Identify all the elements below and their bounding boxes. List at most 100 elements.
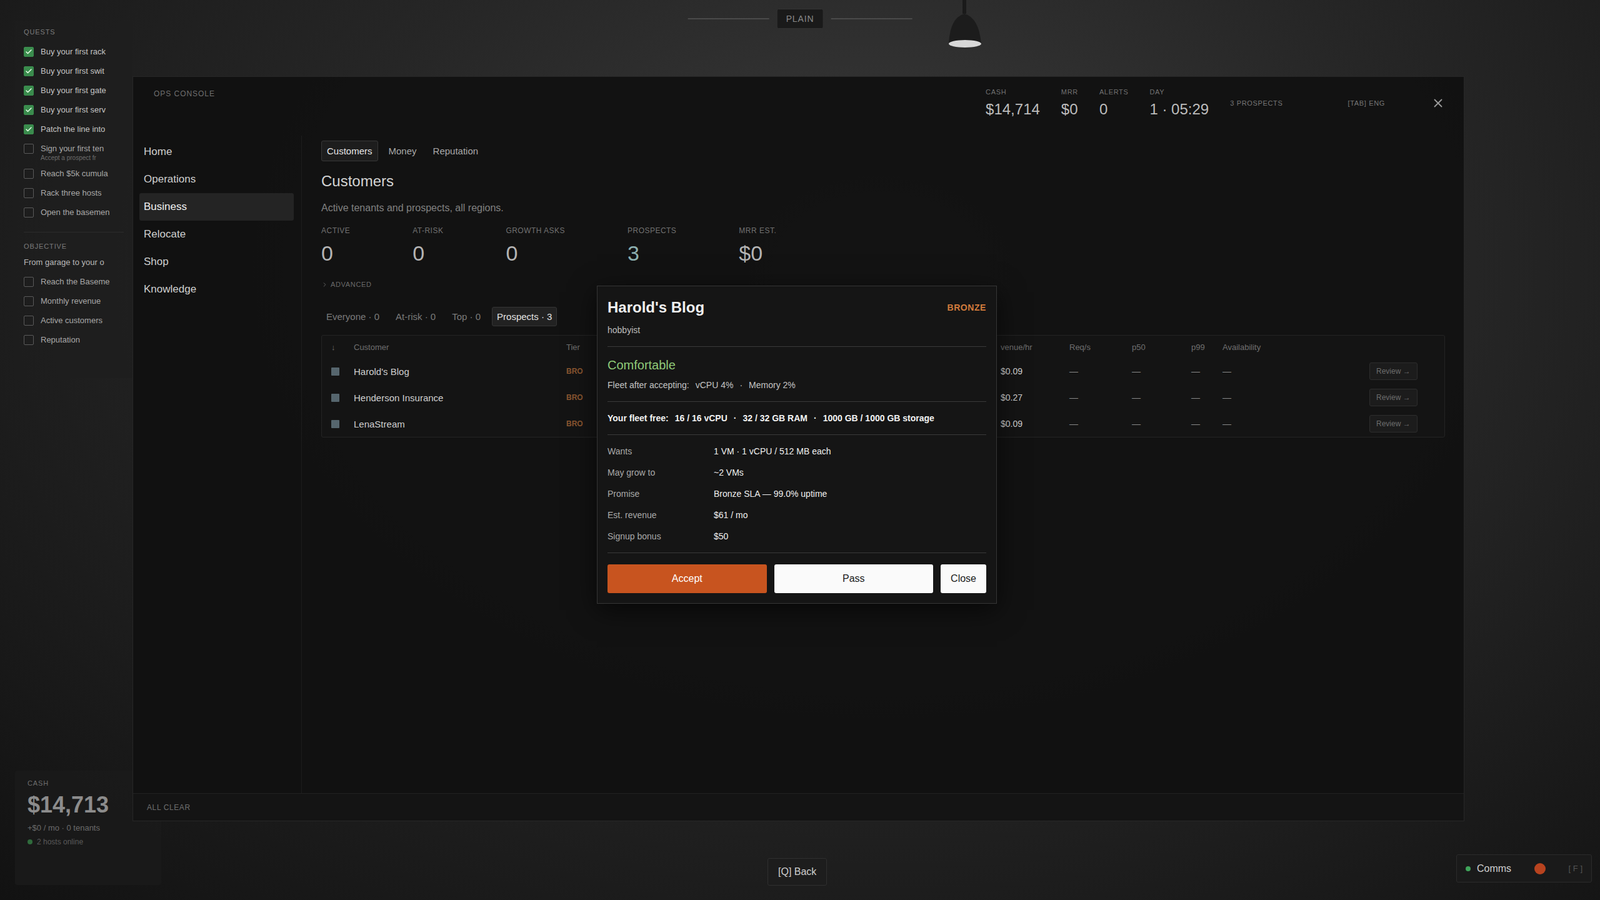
prospects-badge[interactable]: 3 PROSPECTS: [1230, 99, 1283, 107]
quest-hint: Accept a prospect fr: [40, 154, 133, 162]
summary-stat: MRR EST.$0: [738, 226, 777, 266]
quest-item: Reach $5k cumula: [23, 163, 133, 184]
close-icon[interactable]: [1431, 96, 1445, 110]
quest-item: Buy your first serv: [23, 100, 133, 120]
column-header[interactable]: p50: [1131, 342, 1192, 352]
dialog-buttons: AcceptPassClose: [607, 564, 987, 594]
divider: [607, 434, 987, 435]
row-mark: [331, 393, 340, 402]
detail-label: Signup bonus: [607, 531, 714, 542]
quest-checkbox: [23, 143, 34, 154]
prospect-dialog: Harold's BlogBRONZEhobbyistComfortableFl…: [596, 285, 997, 604]
objective-checkbox: [23, 276, 34, 287]
online-dot: [1465, 866, 1471, 872]
summary-stat: AT-RISK0: [412, 226, 444, 266]
page-subtitle: Active tenants and prospects, all region…: [321, 202, 1445, 214]
comms-button[interactable]: Comms[ F ]: [1456, 854, 1592, 883]
tab[interactable]: Reputation: [427, 140, 485, 162]
fit-status: Comfortable: [607, 358, 987, 373]
objective-title: OBJECTIVE: [23, 242, 133, 250]
secondary-button[interactable]: Pass: [774, 564, 934, 594]
game-screen: PLAIN QUESTSBuy your first rackBuy your f…: [0, 0, 1600, 900]
quest-item: Buy your first swit: [23, 61, 133, 81]
column-header[interactable]: Customer: [353, 342, 567, 352]
header-stat: ALERTS0: [1099, 88, 1129, 119]
header-stat: CASH$14,714: [985, 88, 1040, 119]
review-button[interactable]: Review →: [1369, 362, 1418, 380]
status-dot: [27, 839, 33, 845]
console-header: OPS CONSOLECASH$14,714MRR$0ALERTS0DAY1 ·…: [133, 76, 1464, 136]
mode-line: [830, 18, 912, 20]
column-header[interactable]: Availability: [1222, 342, 1370, 352]
mode-indicator: PLAIN: [688, 8, 913, 29]
objective-item: Reach the Baseme: [23, 271, 133, 292]
objective-checkbox: [23, 315, 34, 326]
fleet-free: Your fleet free:16 / 16 vCPU·32 / 32 GB …: [607, 413, 987, 424]
quest-item: Rack three hosts: [23, 183, 133, 203]
detail-value: Bronze SLA — 99.0% uptime: [713, 488, 987, 499]
divider: [23, 231, 124, 233]
tier-badge: BRONZE: [947, 302, 987, 313]
sidebar-item[interactable]: Shop: [139, 248, 294, 276]
sidebar-item[interactable]: Home: [139, 138, 294, 166]
header-stat: DAY1 · 05:29: [1149, 88, 1209, 119]
sidebar-item[interactable]: Operations: [139, 165, 294, 194]
p50-cell: —: [1131, 418, 1192, 429]
availability-cell: —: [1222, 392, 1370, 403]
mode-line: [688, 18, 770, 20]
revenue-cell: $0.27: [1000, 392, 1070, 403]
filter-chip[interactable]: At-risk · 0: [390, 306, 441, 327]
row-mark: [331, 420, 340, 429]
column-header[interactable]: p99: [1191, 342, 1223, 352]
review-button[interactable]: Review →: [1369, 388, 1418, 407]
chevron-icon[interactable]: [321, 281, 329, 289]
tab[interactable]: Money: [383, 140, 423, 162]
divider: [607, 346, 987, 347]
status-bar: ALL CLEAR: [133, 793, 1464, 821]
detail-value: $61 / mo: [713, 510, 987, 520]
tab-bar: CustomersMoneyReputation: [321, 140, 1445, 162]
summary-stats: ACTIVE0AT-RISK0GROWTH ASKS0PROSPECTS3MRR…: [321, 226, 1445, 266]
customer-name: Henderson Insurance: [353, 392, 567, 404]
sidebar-item[interactable]: Knowledge: [139, 275, 294, 304]
quest-item: Buy your first rack: [23, 41, 133, 62]
close-button[interactable]: [1431, 96, 1445, 110]
detail-value: ~2 VMs: [713, 467, 987, 478]
review-button[interactable]: Review →: [1369, 415, 1418, 433]
filter-chip[interactable]: Top · 0: [446, 306, 486, 327]
key-hint: [ F ]: [1568, 863, 1583, 874]
revenue-cell: $0.09: [1000, 418, 1070, 429]
filter-chip[interactable]: Everyone · 0: [321, 306, 385, 327]
tab[interactable]: Customers: [321, 140, 379, 162]
quest-checkbox: [23, 168, 34, 179]
sidebar-item[interactable]: Business: [139, 193, 294, 221]
quest-panel: QUESTSBuy your first rackBuy your first …: [15, 20, 133, 379]
column-header[interactable]: venue/hr: [1000, 342, 1070, 352]
p99-cell: —: [1191, 392, 1223, 403]
p99-cell: —: [1191, 418, 1223, 429]
req-cell: —: [1069, 392, 1132, 403]
detail-label: Wants: [607, 446, 714, 457]
alert-badge: [1534, 863, 1546, 875]
quest-item: Open the basemen: [23, 202, 133, 222]
column-header[interactable]: Req/s: [1069, 342, 1132, 352]
column-header[interactable]: ↓: [331, 342, 354, 352]
req-cell: —: [1069, 366, 1132, 377]
p50-cell: —: [1131, 366, 1192, 377]
objective-item: Reputation: [23, 330, 133, 350]
detail-value: 1 VM · 1 vCPU / 512 MB each: [713, 446, 987, 457]
secondary-button[interactable]: Close: [940, 564, 987, 594]
header-stat: MRR$0: [1061, 88, 1079, 119]
divider: [607, 401, 987, 402]
primary-button[interactable]: Accept: [607, 564, 767, 594]
fleet-after: Fleet after accepting:vCPU 4%·Memory 2%: [607, 380, 987, 390]
back-button[interactable]: [Q] Back: [767, 858, 827, 886]
p99-cell: —: [1191, 366, 1223, 377]
filter-chip[interactable]: Prospects · 3: [491, 306, 557, 327]
sidebar-item[interactable]: Relocate: [139, 220, 294, 249]
availability-cell: —: [1222, 418, 1370, 429]
objective-checkbox: [23, 296, 34, 307]
req-cell: —: [1069, 418, 1132, 429]
availability-cell: —: [1222, 366, 1370, 377]
check-icon: [25, 48, 33, 56]
